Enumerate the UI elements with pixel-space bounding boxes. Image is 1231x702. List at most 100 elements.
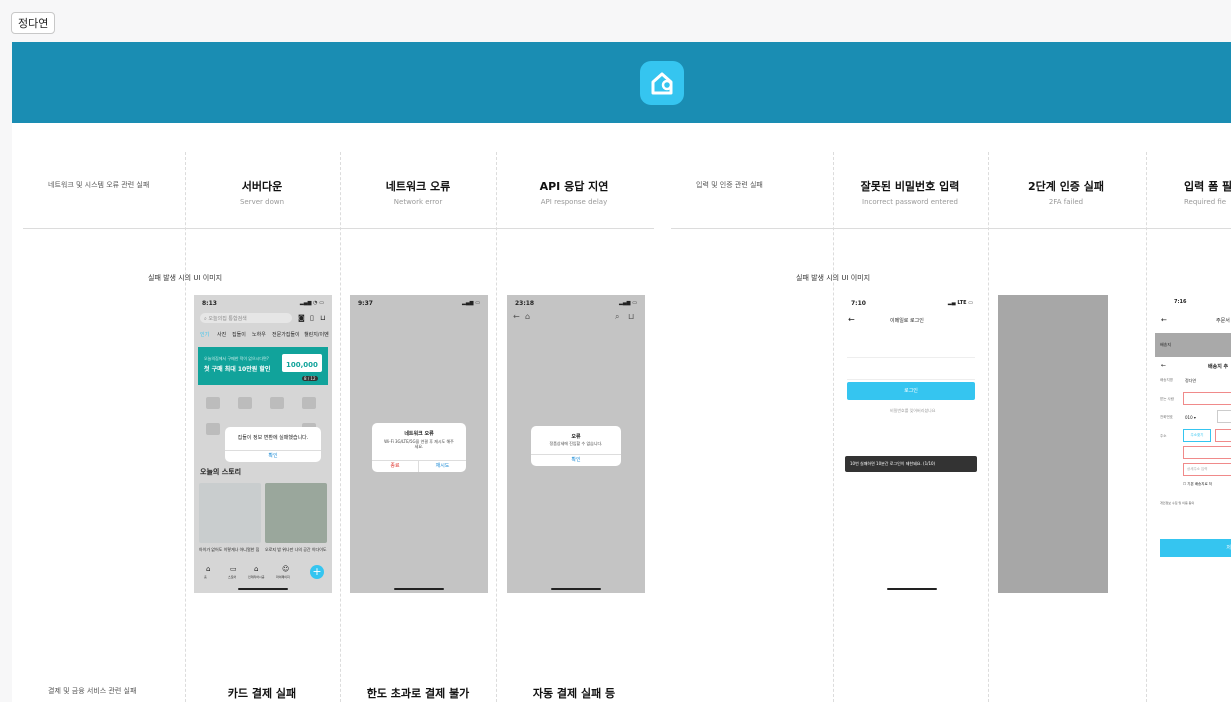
save-button[interactable]: 저장 bbox=[1160, 539, 1231, 557]
phone-prefix-select[interactable]: 010 ▾ bbox=[1185, 415, 1196, 420]
field-label: 배송지명 bbox=[1160, 378, 1173, 382]
promo-big-text: 첫 구매 최대 10만원 할인 bbox=[204, 366, 271, 373]
column-title-en: Server down bbox=[239, 198, 285, 206]
back-arrow-icon[interactable]: ← bbox=[1161, 362, 1166, 369]
detail-address-placeholder: 상세주소 입력 bbox=[1187, 467, 1208, 471]
tab-housewarming[interactable]: 집들이 bbox=[232, 331, 246, 338]
order-header: 주문서 bbox=[1216, 318, 1230, 324]
nav-label: 마이페이지 bbox=[276, 575, 290, 579]
column-divider bbox=[185, 152, 186, 702]
dialog-retry-button[interactable]: 재시도 bbox=[419, 461, 466, 472]
shipping-form: ← 배송지 추 배송지명 정다연 받는 사람 전화번호 010 ▾ 주소 주소찾… bbox=[1155, 357, 1231, 567]
promo-banner[interactable]: 오늘의집에서 구매한 적이 없으시다면? 첫 구매 최대 10만원 할인 100… bbox=[198, 347, 328, 385]
story-card-image[interactable] bbox=[199, 483, 261, 543]
user-name-tag[interactable]: 정다연 bbox=[11, 12, 56, 34]
column-title-network-error: 네트워크 오류 Network error bbox=[343, 178, 493, 206]
back-arrow-icon[interactable]: ← bbox=[513, 312, 520, 321]
coupon-card: 100,000 bbox=[282, 354, 322, 372]
recipient-input[interactable] bbox=[1183, 392, 1231, 405]
column-title-2fa-failed: 2단계 인증 실패 2FA failed bbox=[991, 178, 1141, 206]
home-icon[interactable]: ⌂ bbox=[206, 565, 210, 573]
password-field[interactable] bbox=[847, 359, 975, 380]
screenshot-api-delay: 23:18 ▂▄▆ ▭ ← ⌂ ⌕ ⊔ 오류 정품상세에 진입할 수 없습니다. … bbox=[507, 295, 645, 593]
tab-knowhow[interactable]: 노하우 bbox=[252, 331, 266, 338]
column-divider bbox=[340, 152, 341, 702]
phone-input[interactable] bbox=[1217, 410, 1231, 423]
error-dialog: 집들이 정보 변환에 실패했습니다. 확인 bbox=[225, 427, 321, 462]
column-title-en: 2FA failed bbox=[1048, 198, 1084, 206]
search-input[interactable]: ⌕ 오늘의집 통합검색 bbox=[200, 313, 292, 323]
tab-pro[interactable]: 전문가집들이 bbox=[272, 331, 300, 338]
category-icon[interactable] bbox=[302, 397, 316, 409]
ui-image-label: 실패 발생 시의 UI 이미지 bbox=[148, 274, 223, 282]
signal-battery-icon: ▂▄▆ ▭ bbox=[461, 300, 480, 306]
section-label-payment: 결제 및 금융 서비스 관련 실패 bbox=[48, 687, 137, 695]
category-icon[interactable] bbox=[206, 397, 220, 409]
email-field[interactable] bbox=[847, 337, 975, 358]
address-input[interactable] bbox=[1183, 446, 1231, 459]
signal-battery-icon: ▂▄▆ ◔ ▭ bbox=[299, 300, 324, 306]
category-icon[interactable] bbox=[270, 397, 284, 409]
search-placeholder: ⌕ 오늘의집 통합검색 bbox=[204, 316, 247, 322]
column-title-required-field: 입력 폼 필수 Required fie bbox=[1148, 178, 1231, 206]
login-title: 이메일로 로그인 bbox=[890, 318, 924, 324]
category-icon[interactable] bbox=[206, 423, 220, 435]
header-divider bbox=[671, 228, 1231, 229]
field-label: 주소 bbox=[1160, 434, 1167, 438]
column-title-en: Required fie bbox=[1184, 198, 1227, 206]
status-time: 7:16 bbox=[1174, 299, 1187, 305]
design-canvas: 네트워크 및 시스템 오류 관련 실패 입력 및 인증 관련 실패 결제 및 금… bbox=[12, 42, 1231, 702]
home-indicator bbox=[394, 588, 444, 590]
cart-icon[interactable]: ⊔ bbox=[320, 314, 325, 322]
shipping-label: 배송지 bbox=[1160, 342, 1172, 347]
default-address-checkbox[interactable]: ☐ 기본 배송지로 저 bbox=[1183, 482, 1212, 487]
write-plus-button[interactable]: + bbox=[310, 565, 324, 579]
back-arrow-icon[interactable]: ← bbox=[1161, 316, 1167, 324]
column-divider bbox=[833, 152, 834, 702]
detail-address-input[interactable]: 상세주소 입력 bbox=[1183, 463, 1231, 476]
home-icon[interactable]: ⌂ bbox=[525, 312, 530, 321]
cart-icon[interactable]: ⊔ bbox=[628, 312, 634, 321]
dialog-buttons: 종료 재시도 bbox=[372, 460, 466, 472]
screenshot-server-down: 8:13 ▂▄▆ ◔ ▭ ⌕ 오늘의집 통합검색 ◙ ▯ ⊔ 인기 사진 집들이 … bbox=[194, 295, 332, 593]
dialog-confirm-button[interactable]: 확인 bbox=[225, 450, 321, 462]
bookmark-icon[interactable]: ▯ bbox=[310, 314, 314, 322]
column-divider bbox=[1146, 152, 1147, 702]
mypage-icon[interactable]: ☺ bbox=[282, 565, 289, 573]
category-icon[interactable] bbox=[238, 397, 252, 409]
dialog-cancel-button[interactable]: 종료 bbox=[372, 461, 419, 472]
address-search-button[interactable]: 주소찾기 bbox=[1183, 429, 1211, 442]
interior-icon[interactable]: ⌂ bbox=[254, 565, 258, 573]
forgot-password-link[interactable]: 비밀번호를 잊어버리셨나요 bbox=[890, 408, 935, 414]
field-value: 정다연 bbox=[1185, 378, 1197, 383]
banner-page-indicator: 8 / 12 bbox=[302, 376, 318, 381]
tab-popular[interactable]: 인기 bbox=[200, 331, 209, 338]
search-icon[interactable]: ⌕ bbox=[615, 312, 619, 322]
store-icon[interactable]: ▭ bbox=[230, 565, 237, 573]
column-title-wrong-password: 잘못된 비밀번호 입력 Incorrect password entered bbox=[835, 178, 985, 206]
screenshot-wrong-password: 7:10 ▂▄ LTE ▭ ← 이메일로 로그인 로그인 비밀번호를 잊어버리셨나… bbox=[843, 295, 981, 593]
tab-event[interactable]: 챌린지/이벤 bbox=[304, 331, 329, 338]
header-divider bbox=[23, 228, 654, 229]
dialog-message: 정품상세에 진입할 수 없습니다. bbox=[549, 441, 603, 446]
field-label: 전화번호 bbox=[1160, 415, 1173, 419]
form-subtitle: 배송지 추 bbox=[1208, 364, 1229, 370]
coupon-amount: 100,000 bbox=[286, 361, 318, 369]
column-title-server-down: 서버다운 Server down bbox=[187, 178, 337, 206]
house-logo-icon bbox=[640, 61, 684, 105]
screenshot-2fa-failed bbox=[998, 295, 1108, 593]
dialog-confirm-button[interactable]: 확인 bbox=[531, 454, 621, 466]
column-title-en: API response delay bbox=[540, 198, 608, 206]
column-title-ko: 2단계 인증 실패 bbox=[1027, 180, 1105, 193]
back-arrow-icon[interactable]: ← bbox=[848, 315, 855, 324]
tab-photo[interactable]: 사진 bbox=[217, 331, 226, 338]
story-card-image[interactable] bbox=[265, 483, 327, 543]
login-button[interactable]: 로그인 bbox=[847, 382, 975, 400]
home-indicator bbox=[887, 588, 937, 590]
zipcode-input[interactable] bbox=[1215, 429, 1231, 442]
error-dialog: 오류 정품상세에 진입할 수 없습니다. 확인 bbox=[531, 426, 621, 466]
column-title-en: Network error bbox=[393, 198, 443, 206]
camera-icon[interactable]: ◙ bbox=[298, 314, 305, 322]
promo-small-text: 오늘의집에서 구매한 적이 없으시다면? bbox=[204, 356, 269, 361]
column-title-ko: 잘못된 비밀번호 입력 bbox=[860, 180, 960, 193]
